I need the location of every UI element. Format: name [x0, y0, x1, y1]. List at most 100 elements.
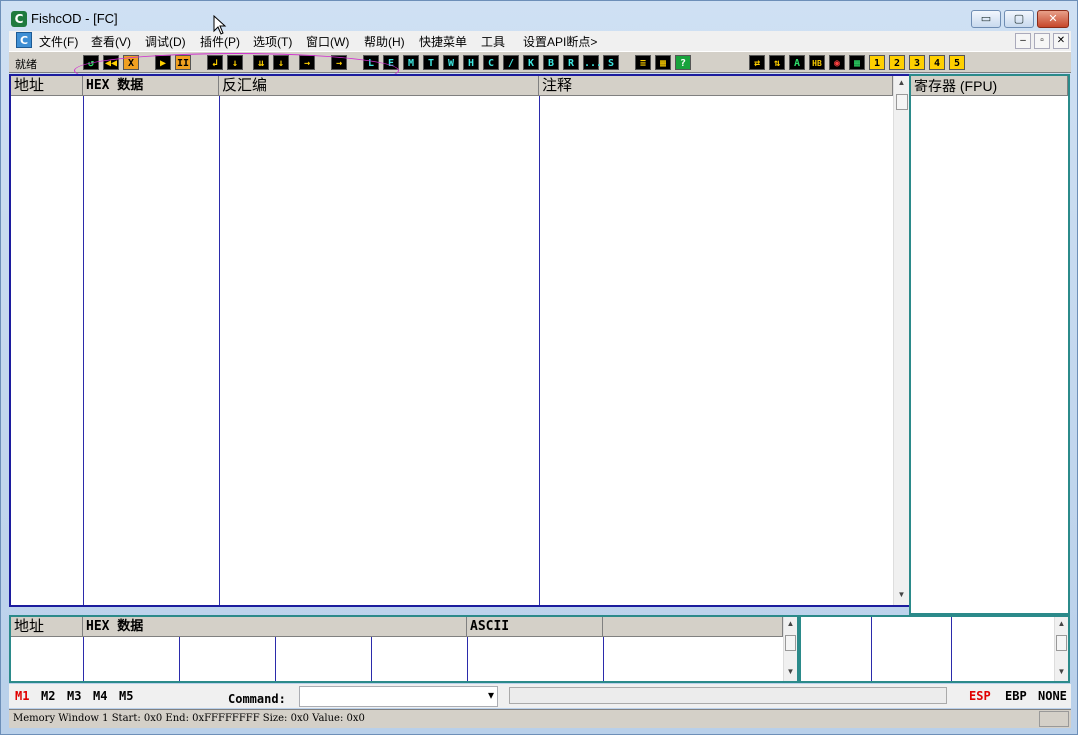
stack-mode-ebp[interactable]: EBP — [1005, 689, 1027, 703]
column-header-address[interactable]: 地址 — [11, 76, 83, 96]
column-divider — [179, 637, 180, 681]
memory-tab-m1[interactable]: M1 — [15, 689, 29, 703]
swap-icon[interactable]: ⇄ — [749, 55, 765, 70]
menu-help[interactable]: 帮助(H) — [364, 33, 405, 50]
memory-dump-pane[interactable]: 地址 HEX 数据 ASCII ▲ ▼ — [9, 615, 799, 683]
mdi-close-button[interactable]: ✕ — [1053, 33, 1069, 49]
menu-plugins[interactable]: 插件(P) — [200, 33, 240, 50]
number-5-button[interactable]: 5 — [949, 55, 965, 70]
menu-debug[interactable]: 调试(D) — [145, 33, 186, 50]
letter-C-button[interactable]: C — [483, 55, 499, 70]
status-text: Memory Window 1 Start: 0x0 End: 0xFFFFFF… — [13, 713, 365, 724]
menu-tools[interactable]: 工具 — [481, 33, 505, 50]
letter-M-button[interactable]: M — [403, 55, 419, 70]
help-icon[interactable]: ? — [675, 55, 691, 70]
scroll-thumb[interactable] — [896, 94, 908, 110]
column-divider — [83, 96, 84, 605]
dump-header-extra[interactable] — [603, 617, 783, 637]
scroll-thumb[interactable] — [785, 635, 796, 651]
column-divider — [275, 637, 276, 681]
memory-tab-m2[interactable]: M2 — [41, 689, 55, 703]
target-icon[interactable]: ◉ — [829, 55, 845, 70]
letter-R-button[interactable]: R — [563, 55, 579, 70]
stack-mode-none[interactable]: NONE — [1038, 689, 1067, 703]
column-divider — [951, 617, 952, 681]
number-2-button[interactable]: 2 — [889, 55, 905, 70]
mouse-cursor-icon — [213, 15, 227, 35]
minimize-button[interactable]: ▭ — [971, 10, 1001, 28]
app-logo-icon: C — [11, 11, 27, 27]
letter-W-button[interactable]: W — [443, 55, 459, 70]
number-1-button[interactable]: 1 — [869, 55, 885, 70]
column-divider — [219, 96, 220, 605]
column-divider — [603, 637, 604, 681]
close-button[interactable]: ✕ — [1037, 10, 1069, 28]
menu-options[interactable]: 选项(T) — [253, 33, 292, 50]
status-ready-label: 就绪 — [15, 59, 37, 71]
status-bar: Memory Window 1 Start: 0x0 End: 0xFFFFFF… — [9, 709, 1071, 728]
scroll-up-icon[interactable]: ▲ — [784, 619, 797, 633]
window-title: FishcOD - [FC] — [31, 11, 118, 26]
memory-tab-m5[interactable]: M5 — [119, 689, 133, 703]
dump-vertical-scrollbar[interactable]: ▲ ▼ — [783, 617, 797, 681]
command-label: Command: — [228, 692, 286, 706]
mdi-app-icon[interactable]: C — [16, 32, 32, 48]
column-header-disassembly[interactable]: 反汇编 — [219, 76, 539, 96]
menu-shortcuts[interactable]: 快捷菜单 — [419, 33, 467, 50]
column-header-hex[interactable]: HEX 数据 — [83, 76, 219, 96]
letter-S-button[interactable]: S — [603, 55, 619, 70]
hardware-breakpoint-icon[interactable]: HB — [809, 55, 825, 70]
menu-set-api-breakpoint[interactable]: 设置API断点> — [523, 33, 597, 50]
letter-T-button[interactable]: T — [423, 55, 439, 70]
memory-tab-m3[interactable]: M3 — [67, 689, 81, 703]
column-header-comment[interactable]: 注释 — [539, 76, 893, 96]
title-bar[interactable]: C FishcOD - [FC] ▭ ▢ ✕ — [1, 1, 1077, 31]
chevron-down-icon[interactable]: ▾ — [488, 688, 494, 702]
command-input[interactable]: ▾ — [299, 686, 498, 707]
stack-mode-esp[interactable]: ESP — [969, 689, 991, 703]
command-output-bar — [509, 687, 947, 704]
cpu-vertical-scrollbar[interactable]: ▲ ▼ — [893, 76, 909, 605]
main-window: C FishcOD - [FC] ▭ ▢ ✕ C 文件(F) 查看(V) 调试(… — [0, 0, 1078, 735]
binary-icon[interactable]: ▦ — [849, 55, 865, 70]
mdi-restore-button[interactable]: ▫ — [1034, 33, 1050, 49]
number-4-button[interactable]: 4 — [929, 55, 945, 70]
dump-header-hex[interactable]: HEX 数据 — [83, 617, 467, 637]
scroll-down-icon[interactable]: ▼ — [1055, 667, 1068, 681]
scroll-up-icon[interactable]: ▲ — [1055, 619, 1068, 633]
letter-H-button[interactable]: H — [463, 55, 479, 70]
letter-K-button[interactable]: K — [523, 55, 539, 70]
letter-A-icon[interactable]: A — [789, 55, 805, 70]
menu-window[interactable]: 窗口(W) — [306, 33, 349, 50]
registers-pane[interactable]: 寄存器 (FPU) — [909, 74, 1070, 615]
slash-button[interactable]: / — [503, 55, 519, 70]
list-icon[interactable]: ≡ — [635, 55, 651, 70]
column-divider — [871, 617, 872, 681]
menu-view[interactable]: 查看(V) — [91, 33, 131, 50]
dump-header-ascii[interactable]: ASCII — [467, 617, 603, 637]
scroll-down-icon[interactable]: ▼ — [784, 667, 797, 681]
menu-file[interactable]: 文件(F) — [39, 33, 78, 50]
ellipsis-button[interactable]: ... — [583, 55, 602, 70]
maximize-button[interactable]: ▢ — [1004, 10, 1034, 28]
scroll-up-icon[interactable]: ▲ — [894, 78, 909, 92]
scroll-thumb[interactable] — [1056, 635, 1067, 651]
dump-header-address[interactable]: 地址 — [11, 617, 83, 637]
stack-vertical-scrollbar[interactable]: ▲ ▼ — [1054, 617, 1068, 681]
command-bar: M1 M2 M3 M4 M5 Command: ▾ ESP EBP NONE — [9, 684, 1071, 708]
scroll-down-icon[interactable]: ▼ — [894, 590, 909, 604]
cpu-disassembly-pane[interactable]: 地址 HEX 数据 反汇编 注释 ▲ ▼ — [9, 74, 909, 607]
grid-icon[interactable]: ▦ — [655, 55, 671, 70]
letter-B-button[interactable]: B — [543, 55, 559, 70]
mdi-minimize-button[interactable]: – — [1015, 33, 1031, 49]
registers-header[interactable]: 寄存器 (FPU) — [911, 76, 1068, 96]
sort-icon[interactable]: ⇅ — [769, 55, 785, 70]
column-divider — [539, 96, 540, 605]
memory-tab-m4[interactable]: M4 — [93, 689, 107, 703]
stack-pane[interactable]: ▲ ▼ — [799, 615, 1070, 683]
status-size-grip — [1039, 711, 1069, 727]
column-divider — [83, 637, 84, 681]
column-divider — [467, 637, 468, 681]
column-divider — [371, 637, 372, 681]
number-3-button[interactable]: 3 — [909, 55, 925, 70]
